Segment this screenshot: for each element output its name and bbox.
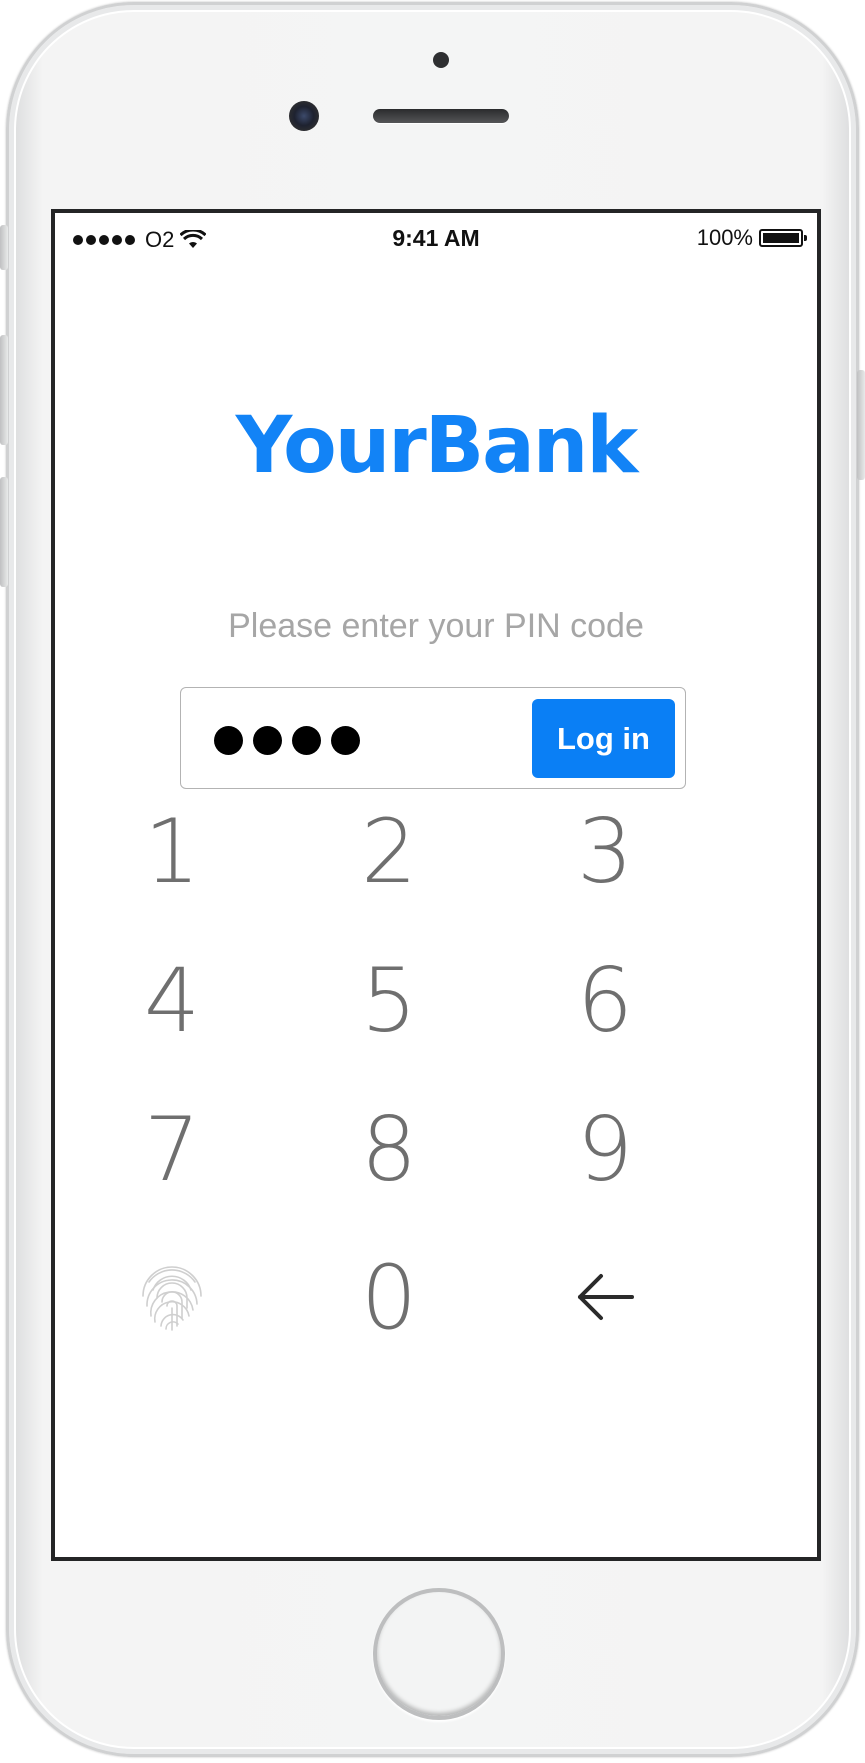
arrow-left-icon[interactable] xyxy=(515,1237,695,1357)
key-8[interactable]: 8 xyxy=(299,1089,479,1209)
key-7[interactable]: 7 xyxy=(82,1089,262,1209)
mute-switch xyxy=(0,225,8,270)
volume-down-button xyxy=(0,477,8,587)
key-1[interactable]: 1 xyxy=(82,791,262,911)
fingerprint-icon[interactable] xyxy=(82,1237,262,1357)
proximity-sensor xyxy=(433,52,449,68)
home-button[interactable] xyxy=(373,1588,505,1720)
screen: O2 9:41 AM 100% YourBank Please enter yo… xyxy=(51,209,821,1561)
key-9[interactable]: 9 xyxy=(515,1089,695,1209)
front-camera xyxy=(289,101,319,131)
numeric-keypad: 1 2 3 4 5 6 7 8 9 0 xyxy=(55,213,817,1557)
volume-up-button xyxy=(0,335,8,445)
key-6[interactable]: 6 xyxy=(515,940,695,1060)
power-button xyxy=(857,370,865,480)
key-4[interactable]: 4 xyxy=(82,940,262,1060)
key-0[interactable]: 0 xyxy=(299,1237,479,1357)
earpiece-speaker xyxy=(373,109,509,123)
key-3[interactable]: 3 xyxy=(515,791,695,911)
key-5[interactable]: 5 xyxy=(299,940,479,1060)
key-2[interactable]: 2 xyxy=(299,791,479,911)
